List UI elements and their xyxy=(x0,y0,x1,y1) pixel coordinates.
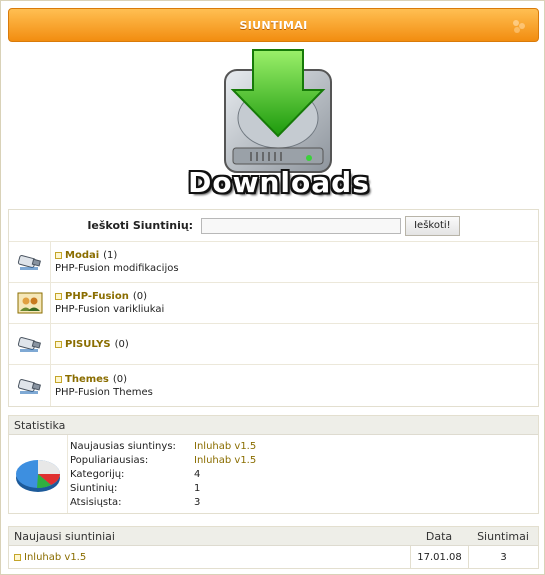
category-link-php-fusion[interactable]: PHP-Fusion xyxy=(65,291,129,302)
bullet-icon xyxy=(55,340,62,348)
category-link-pisulys[interactable]: PISULYS xyxy=(65,339,111,350)
logo-text: Downloads xyxy=(188,166,370,199)
category-link-themes[interactable]: Themes xyxy=(65,374,109,385)
latest-download-link[interactable]: Inluhab v1.5 xyxy=(24,552,86,563)
usb-drive-icon xyxy=(17,378,41,394)
category-count: (0) xyxy=(112,373,128,385)
column-header-downloads: Siuntimai xyxy=(477,529,529,543)
stat-value: 3 xyxy=(194,496,201,508)
popular-download-link[interactable]: Inluhab v1.5 xyxy=(194,455,256,466)
category-row: PHP-Fusion (0) PHP-Fusion varikliukai xyxy=(9,283,538,324)
stat-row: Naujausias siuntinys: Inluhab v1.5 xyxy=(70,440,257,452)
download-count: 3 xyxy=(468,546,538,568)
category-description: PHP-Fusion modifikacijos xyxy=(55,263,179,274)
bullet-icon xyxy=(55,252,62,259)
latest-downloads-header: Naujausi siuntiniai Data Siuntimai xyxy=(9,527,538,546)
panel-title-bar: SIUNTIMAI xyxy=(8,8,539,42)
categories-panel: Ieškoti Siuntinių: Ieškoti! Modai (1) PH… xyxy=(8,209,539,407)
stat-row: Kategorijų: 4 xyxy=(70,468,201,480)
usb-drive-icon xyxy=(17,255,41,270)
category-row: Themes (0) PHP-Fusion Themes xyxy=(9,365,538,406)
newest-download-link[interactable]: Inluhab v1.5 xyxy=(194,441,256,452)
panel-title: SIUNTIMAI xyxy=(239,18,308,32)
search-input[interactable] xyxy=(201,217,402,234)
category-description: PHP-Fusion Themes xyxy=(55,386,153,398)
statistics-heading: Statistika xyxy=(9,416,538,435)
stat-row: Populiariausias: Inluhab v1.5 xyxy=(70,454,257,466)
page-frame: SIUNTIMAI Downloads Ieškoti Siuntinių: I… xyxy=(0,0,545,575)
stat-value: 1 xyxy=(194,482,201,494)
latest-downloads-heading: Naujausi siuntiniai xyxy=(14,529,115,543)
category-row: Modai (1) PHP-Fusion modifikacijos xyxy=(9,242,538,283)
table-row: Inluhab v1.5 17.01.08 3 xyxy=(9,546,538,568)
statistics-table: Naujausias siuntinys: Inluhab v1.5 Popul… xyxy=(67,435,258,513)
stat-row: Siuntinių: 1 xyxy=(70,482,201,494)
latest-downloads-panel: Naujausi siuntiniai Data Siuntimai Inluh… xyxy=(8,526,539,569)
statistics-panel: Statistika Naujausias siuntinys: Inluhab… xyxy=(8,415,539,514)
stat-value: 4 xyxy=(194,468,201,480)
decorative-swirl-icon xyxy=(513,20,525,33)
category-row: PISULYS (0) xyxy=(9,324,538,365)
category-count: (0) xyxy=(114,338,129,350)
search-button[interactable]: Ieškoti! xyxy=(405,215,460,236)
category-count: (0) xyxy=(132,291,147,302)
download-date: 17.01.08 xyxy=(410,546,468,568)
downloads-logo: Downloads xyxy=(183,48,375,199)
bullet-icon xyxy=(14,553,21,561)
category-description: PHP-Fusion varikliukai xyxy=(55,304,165,315)
stat-row: Atsisiųsta: 3 xyxy=(70,496,201,508)
search-bar: Ieškoti Siuntinių: Ieškoti! xyxy=(9,210,538,242)
usb-drive-icon xyxy=(17,337,41,352)
category-link-modai[interactable]: Modai xyxy=(65,250,99,261)
users-group-icon xyxy=(17,292,42,314)
category-count: (1) xyxy=(103,250,118,261)
bullet-icon xyxy=(55,293,62,300)
bullet-icon xyxy=(55,375,62,383)
pie-chart-icon xyxy=(16,460,60,492)
column-header-date: Data xyxy=(425,529,453,543)
search-label: Ieškoti Siuntinių: xyxy=(87,219,194,232)
